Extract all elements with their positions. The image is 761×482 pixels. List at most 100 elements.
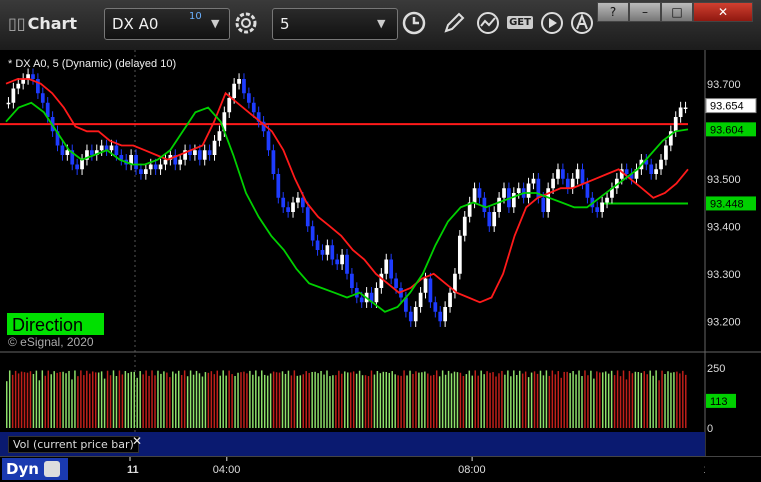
volume-bar: [628, 370, 631, 428]
volume-bar: [145, 370, 147, 428]
candle-body: [438, 311, 443, 322]
candle-body: [379, 273, 384, 288]
candle-body: [448, 292, 452, 307]
volume-bar: [501, 370, 503, 428]
gear-icon[interactable]: [232, 8, 260, 38]
line-chart-icon[interactable]: [474, 8, 502, 38]
volume-bar: [323, 374, 325, 428]
clock-icon[interactable]: [400, 8, 428, 38]
volume-bar: [643, 371, 646, 428]
candle-body: [418, 292, 423, 307]
price-marker-label: 93.654: [710, 101, 744, 113]
time-tick-label: 11: [127, 464, 139, 476]
volume-bar: [584, 370, 586, 428]
volume-bar: [311, 371, 313, 428]
symbol-badge: 10: [189, 11, 202, 22]
volume-bar: [373, 374, 376, 428]
volume-bar: [664, 374, 666, 428]
maximize-button[interactable]: □: [661, 2, 693, 22]
volume-bar: [625, 379, 628, 428]
volume-bar: [610, 370, 613, 428]
chevron-down-icon[interactable]: ▼: [377, 17, 385, 30]
volume-bar: [367, 376, 370, 428]
symbol-box[interactable]: DX A0 10 ▼: [104, 8, 230, 40]
pencil-icon[interactable]: [440, 8, 468, 38]
time-axis-bar: Dyn 1104:0008:0012:00: [0, 456, 761, 482]
volume-bar: [243, 371, 245, 428]
price-marker-label: 93.604: [710, 124, 744, 136]
volume-bar: [563, 371, 565, 428]
candle-body: [325, 245, 330, 255]
candle-body: [75, 164, 80, 170]
price-tick-label: 93.700: [707, 79, 741, 91]
volume-bar: [513, 370, 515, 428]
volume-bar: [326, 370, 328, 428]
volume-bar: [530, 372, 533, 428]
candle-body: [502, 188, 506, 198]
candle-body: [605, 197, 609, 203]
volume-bar: [355, 373, 358, 428]
candle-body: [232, 83, 237, 98]
volume-bar: [263, 374, 266, 428]
volume-bar: [533, 371, 536, 428]
chevron-down-icon[interactable]: ▼: [211, 17, 219, 30]
volume-bar: [207, 372, 210, 428]
volume-bar: [545, 370, 548, 428]
volume-bar: [504, 374, 506, 428]
volume-bar: [548, 375, 551, 428]
candle-body: [109, 145, 114, 151]
volume-bar: [495, 376, 497, 428]
symbol-input[interactable]: DX A0: [112, 15, 158, 33]
volume-bar: [418, 372, 420, 428]
volume-bar: [652, 375, 654, 428]
play-icon[interactable]: [538, 8, 566, 38]
candle-body: [281, 197, 286, 208]
volume-bar: [542, 375, 545, 428]
volume-bar: [602, 372, 604, 428]
close-button[interactable]: ✕: [693, 2, 753, 22]
volume-bar: [551, 370, 554, 428]
candle-body: [561, 169, 565, 179]
candle-body: [423, 278, 428, 293]
copyright: © eSignal, 2020: [8, 335, 94, 349]
volume-bar: [462, 376, 465, 428]
candle-body: [89, 150, 94, 155]
volume-bar: [566, 371, 568, 428]
interval-box[interactable]: 5 ▼: [272, 8, 398, 40]
volume-bar: [305, 371, 307, 428]
volume-bar: [453, 371, 456, 428]
cursor-a-icon[interactable]: [568, 8, 596, 38]
get-icon[interactable]: GET: [506, 8, 534, 38]
volume-bar: [385, 371, 388, 428]
volume-bar: [320, 370, 322, 428]
volume-bar: [477, 375, 479, 428]
volume-bar: [376, 370, 379, 428]
volume-bar: [127, 373, 130, 428]
candle-body: [477, 188, 482, 198]
volume-bar: [471, 375, 474, 428]
close-icon[interactable]: ✕: [132, 434, 142, 448]
candle-body: [492, 212, 497, 227]
grip-icon: ▯▯: [8, 14, 26, 33]
volume-bar: [631, 373, 634, 428]
volume-axis-label: 250: [707, 363, 725, 375]
candle-body: [595, 207, 600, 212]
candle-body: [16, 83, 21, 89]
volume-bar: [219, 375, 221, 428]
volume-bar: [510, 376, 512, 428]
volume-bar: [409, 370, 411, 428]
price-chart[interactable]: 93.70093.60093.50093.40093.30093.200 93.…: [0, 50, 761, 456]
candle-body: [330, 245, 335, 260]
volume-bar: [382, 371, 385, 428]
minimize-button[interactable]: –: [629, 2, 661, 22]
candle-body: [654, 169, 658, 174]
volume-bar: [121, 374, 124, 428]
volume-bar: [459, 372, 462, 428]
volume-bar: [255, 370, 257, 428]
interval-input[interactable]: 5: [280, 15, 290, 33]
price-tick-label: 93.300: [707, 269, 741, 281]
help-button[interactable]: ?: [597, 2, 629, 22]
volume-bar: [450, 373, 453, 428]
volume-bar: [637, 372, 640, 428]
volume-study-bar[interactable]: Vol (current price bar) ✕: [0, 432, 705, 456]
